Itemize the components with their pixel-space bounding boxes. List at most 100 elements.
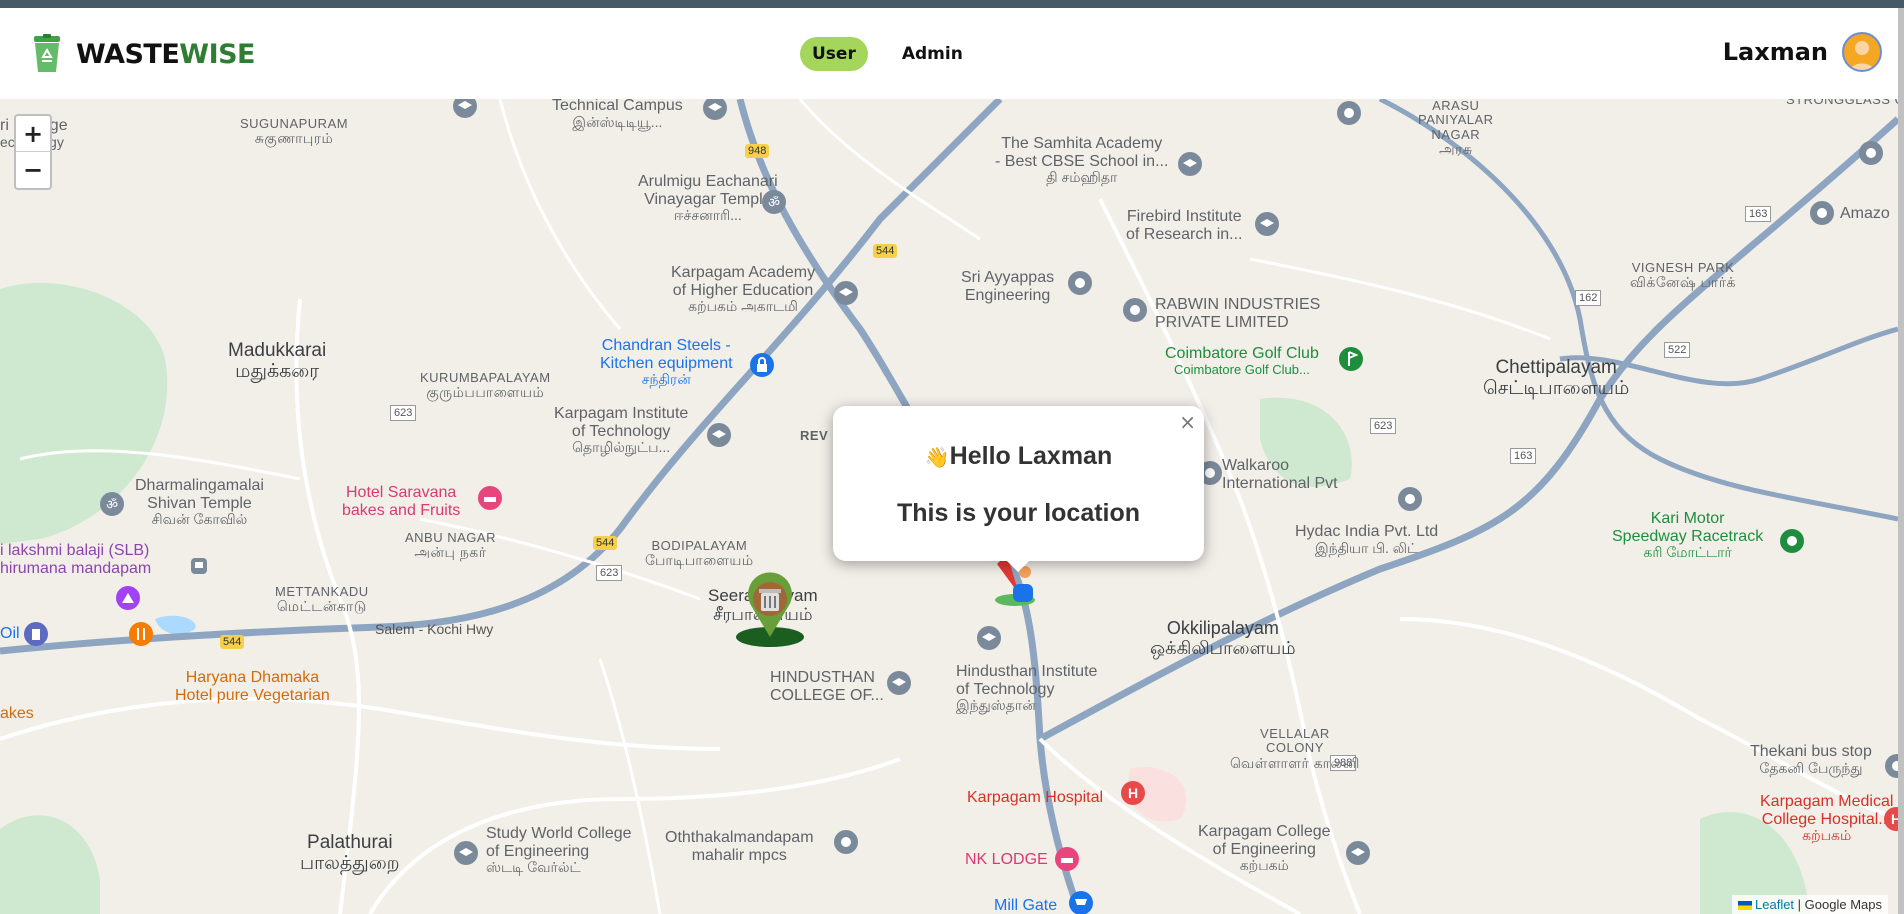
location-pin-icon bbox=[1398, 487, 1422, 511]
label-sugunapuram: SUGUNAPURAM சுகுணாபுரம் bbox=[240, 116, 349, 147]
label-hindusthan-institute: Hindusthan Institute of Technology இந்துஸ்… bbox=[956, 663, 1098, 714]
label-chandran-steels: Chandran Steels - Kitchen equipment சந்திர… bbox=[600, 337, 733, 388]
label-kurumbapalayam: KURUMBAPALAYAM குரும்பபாளையம் bbox=[420, 370, 551, 401]
racetrack-icon bbox=[1780, 529, 1804, 553]
avatar-icon[interactable] bbox=[1842, 32, 1882, 72]
school-icon bbox=[834, 281, 858, 305]
zoom-out-button[interactable]: − bbox=[16, 152, 50, 188]
school-icon bbox=[703, 99, 727, 120]
map-source: Google Maps bbox=[1804, 897, 1882, 912]
label-haryana-dhamaka: Haryana Dhamaka Hotel pure Vegetarian bbox=[175, 669, 330, 704]
label-samhita-academy: The Samhita Academy - Best CBSE School in… bbox=[995, 135, 1169, 186]
school-icon bbox=[1178, 152, 1202, 176]
road-shield-544: 544 bbox=[593, 536, 618, 551]
label-strongglass: STRONGGLASS COI bbox=[1786, 99, 1898, 107]
location-popup: × 👋Hello Laxman This is your location bbox=[833, 406, 1204, 561]
label-kari-motor: Kari Motor Speedway Racetrack கரி மோட்டார் bbox=[1612, 510, 1764, 561]
label-nk-lodge: NK LODGE bbox=[965, 851, 1048, 868]
lock-icon bbox=[750, 353, 774, 377]
wedding-hall-icon bbox=[116, 586, 140, 610]
label-firebird-institute: Firebird Institute of Research in... bbox=[1126, 208, 1243, 243]
road-shield-623: 623 bbox=[390, 405, 417, 422]
label-vignesh-park: VIGNESH PARK விக்னேஷ் பார்க் bbox=[1630, 260, 1736, 291]
leaflet-link[interactable]: Leaflet bbox=[1755, 897, 1794, 912]
road-shield-544: 544 bbox=[220, 635, 245, 650]
wave-hand-icon: 👋 bbox=[924, 447, 950, 469]
zoom-in-button[interactable]: + bbox=[16, 116, 50, 152]
location-pin-icon bbox=[1068, 271, 1092, 295]
label-thekani-bus-stop: Thekani bus stop தேகனி பேருந்து bbox=[1750, 743, 1872, 776]
label-salem-kochi-hwy: Salem - Kochi Hwy bbox=[375, 621, 494, 637]
page-scrollbar[interactable] bbox=[1898, 8, 1904, 914]
school-icon bbox=[453, 99, 477, 118]
svg-text:ॐ: ॐ bbox=[768, 195, 780, 210]
road-shield-623: 623 bbox=[596, 565, 623, 582]
label-golf-club: Coimbatore Golf Club Coimbatore Golf Club… bbox=[1165, 345, 1319, 377]
label-anbu-nagar: ANBU NAGAR அன்பு நகர் bbox=[405, 530, 496, 561]
restaurant-icon bbox=[129, 622, 153, 646]
label-rev: REV bbox=[800, 428, 829, 443]
temple-icon: ॐ bbox=[100, 492, 124, 516]
label-akes: akes bbox=[0, 705, 34, 722]
label-madukkarai: Madukkarai மதுக்கரை bbox=[228, 340, 327, 382]
road-shield-948: 948 bbox=[745, 144, 770, 159]
label-lakshmi-balaji: i lakshmi balaji (SLB) hirumana mandapam bbox=[0, 542, 152, 577]
school-icon bbox=[977, 626, 1001, 650]
road-shield-544: 544 bbox=[873, 244, 898, 259]
zoom-control: + − bbox=[14, 114, 52, 190]
map-view[interactable]: 948 544 544 544 623 623 623 162 163 163 … bbox=[0, 99, 1898, 914]
label-arasu-nagar: ARASU PANIYALAR NAGAR அரசு bbox=[1418, 99, 1494, 157]
label-bodipalayam: BODIPALAYAM போடிபாளையம் bbox=[645, 538, 754, 569]
label-oil: Oil bbox=[0, 625, 20, 642]
label-hotel-saravana: Hotel Saravana bakes and Fruits bbox=[342, 484, 461, 519]
logo-text: WASTEWISE bbox=[76, 38, 255, 70]
app-logo[interactable]: WASTEWISE bbox=[30, 34, 255, 74]
location-pin-icon bbox=[1810, 201, 1834, 225]
popup-close-button[interactable]: × bbox=[1179, 410, 1196, 434]
label-dharmalingamalai: Dharmalingamalai Shivan Temple சிவன் கோவில… bbox=[135, 477, 264, 528]
school-icon bbox=[887, 671, 911, 695]
scrollbar-thumb[interactable] bbox=[1898, 8, 1904, 914]
golf-icon bbox=[1339, 347, 1363, 371]
svg-text:H: H bbox=[1891, 811, 1898, 827]
school-icon bbox=[1255, 212, 1279, 236]
label-karpagam-hospital: Karpagam Hospital bbox=[967, 789, 1104, 806]
label-karpagam-institute: Karpagam Institute of Technology தொழில்நுட… bbox=[554, 405, 689, 456]
road-shield-623: 623 bbox=[1370, 418, 1397, 435]
school-icon bbox=[707, 423, 731, 447]
school-icon bbox=[1346, 841, 1370, 865]
svg-text:H: H bbox=[1128, 785, 1138, 801]
label-chettipalayam: Chettipalayam செட்டிபாளையம் bbox=[1483, 357, 1630, 399]
nav-user[interactable]: User bbox=[800, 37, 868, 71]
popup-greeting: 👋Hello Laxman bbox=[924, 442, 1113, 470]
label-mill-gate: Mill Gate bbox=[994, 897, 1058, 914]
map-attribution: Leaflet | Google Maps bbox=[1732, 895, 1888, 914]
label-hindusthan-college: HINDUSTHAN COLLEGE OF... bbox=[770, 669, 884, 704]
road-shield-522: 522 bbox=[1664, 342, 1691, 359]
location-pin-icon bbox=[834, 830, 858, 854]
label-sri-ayyappas: Sri Ayyappas Engineering bbox=[961, 269, 1055, 304]
road-shield-163: 163 bbox=[1510, 448, 1537, 465]
bus-icon bbox=[191, 558, 207, 574]
location-pin-icon bbox=[1859, 141, 1883, 165]
nav-admin[interactable]: Admin bbox=[890, 37, 975, 71]
label-hydac: Hydac India Pvt. Ltd இந்தியா பி. லிட் bbox=[1295, 523, 1439, 556]
main-nav: User Admin bbox=[800, 37, 975, 71]
label-palathurai: Palathurai பாலத்துறை bbox=[300, 832, 400, 874]
label-mettankadu: METTANKADU மெட்டன்காடு bbox=[275, 584, 369, 615]
svg-text:ॐ: ॐ bbox=[106, 497, 118, 512]
fuel-icon bbox=[24, 622, 48, 646]
user-name: Laxman bbox=[1722, 38, 1828, 66]
dustbin-marker-icon[interactable] bbox=[734, 569, 806, 653]
location-pin-icon bbox=[1885, 754, 1898, 778]
label-technical-campus: Technical Campus இன்ஸ்டிடியூ... bbox=[552, 99, 683, 130]
hotel-icon bbox=[1055, 847, 1079, 871]
label-walkaroo: Walkaroo International Pvt bbox=[1222, 457, 1338, 492]
top-accent-bar bbox=[0, 0, 1904, 8]
label-karpagam-academy: Karpagam Academy of Higher Education கற்பக… bbox=[671, 264, 816, 315]
school-icon bbox=[454, 841, 478, 865]
user-menu[interactable]: Laxman bbox=[1723, 32, 1882, 72]
hospital-icon: H bbox=[1884, 807, 1898, 831]
navbar: WASTEWISE User Admin Laxman bbox=[0, 8, 1904, 99]
label-arulmigu-temple: Arulmigu Eachanari Vinayagar Temple ஈச்சனா… bbox=[638, 173, 778, 224]
